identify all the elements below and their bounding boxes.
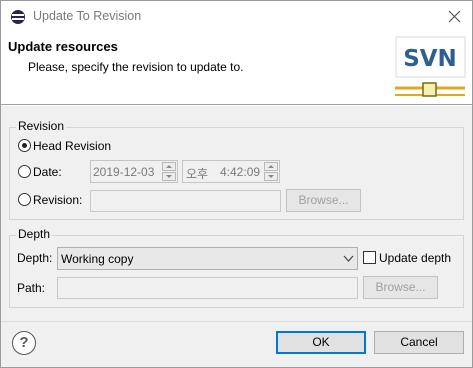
header-separator-highlight (1, 105, 472, 106)
date-option[interactable]: Date: (18, 164, 78, 180)
depth-combo-value: Working copy (61, 252, 134, 266)
time-spin-up-icon[interactable] (264, 162, 278, 171)
revision-option[interactable]: Revision: (18, 192, 88, 208)
depth-combo[interactable]: Working copy (57, 247, 358, 270)
time-spinner[interactable] (264, 162, 278, 181)
path-input[interactable] (57, 277, 358, 299)
date-spin-down-icon[interactable] (162, 172, 176, 181)
update-to-revision-dialog: Update To Revision Update resources Plea… (0, 0, 473, 368)
header-title: Update resources (8, 39, 118, 54)
depth-group-label: Depth (16, 227, 53, 241)
window-title: Update To Revision (33, 9, 142, 23)
eclipse-icon (11, 10, 25, 24)
head-revision-radio[interactable] (18, 139, 31, 152)
svn-logo: SVN (395, 36, 466, 97)
time-ampm-value: 오후 (186, 167, 209, 181)
depth-label: Depth: (17, 251, 53, 265)
date-radio[interactable] (18, 165, 31, 178)
time-value: 4:42:09 (220, 165, 261, 179)
help-icon[interactable]: ? (12, 331, 36, 355)
date-label: Date: (33, 165, 62, 179)
path-browse-button[interactable]: Browse... (363, 276, 438, 299)
revision-browse-button[interactable]: Browse... (286, 189, 361, 212)
path-label: Path: (17, 281, 46, 295)
ok-button[interactable]: OK (276, 331, 366, 354)
chevron-down-icon (343, 255, 354, 262)
date-value: 2019-12-03 (93, 165, 155, 179)
header-message: Please, specify the revision to update t… (28, 60, 244, 74)
revision-input[interactable] (90, 190, 281, 212)
time-picker[interactable]: 오후 4:42:09 (182, 160, 280, 183)
head-revision-option[interactable]: Head Revision (18, 138, 138, 154)
date-spinner[interactable] (162, 162, 176, 181)
revision-radio[interactable] (18, 193, 31, 206)
cancel-button[interactable]: Cancel (374, 331, 464, 354)
date-spin-up-icon[interactable] (162, 162, 176, 171)
time-spin-down-icon[interactable] (264, 172, 278, 181)
button-bar-separator (1, 321, 472, 322)
head-revision-label: Head Revision (33, 139, 112, 153)
update-depth-checkbox[interactable] (363, 251, 376, 264)
date-picker[interactable]: 2019-12-03 (90, 160, 178, 183)
update-depth-label: Update depth (379, 251, 452, 265)
dialog-header: Update resources Please, specify the rev… (1, 32, 472, 104)
close-icon (448, 10, 461, 23)
revision-label: Revision: (33, 193, 83, 207)
close-button[interactable] (441, 5, 467, 29)
revision-group-label: Revision (16, 119, 67, 133)
svn-logo-text: SVN (403, 46, 457, 72)
title-bar: Update To Revision (1, 1, 472, 32)
